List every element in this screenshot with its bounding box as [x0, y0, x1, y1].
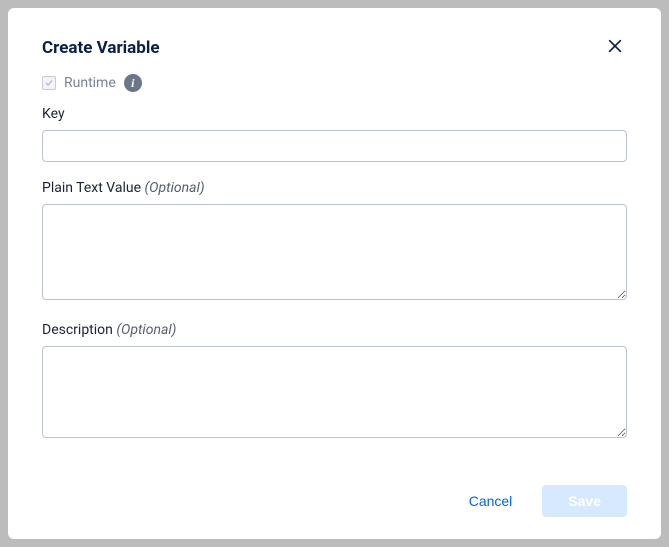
description-input[interactable] — [42, 346, 627, 438]
close-icon — [605, 36, 625, 56]
description-field-group: Description (Optional) — [42, 322, 627, 442]
close-button[interactable] — [603, 34, 627, 58]
runtime-row: Runtime i — [42, 74, 627, 92]
modal-footer: Cancel Save — [42, 477, 627, 517]
description-label: Description (Optional) — [42, 322, 627, 338]
cancel-button[interactable]: Cancel — [457, 485, 525, 517]
runtime-label: Runtime — [64, 75, 116, 91]
key-field-group: Key — [42, 106, 627, 162]
create-variable-modal: Create Variable Runtime i Key Plain Text… — [8, 8, 661, 539]
runtime-checkbox — [42, 76, 56, 90]
modal-header: Create Variable — [42, 38, 627, 58]
key-label: Key — [42, 106, 627, 122]
plain-text-input[interactable] — [42, 204, 627, 300]
save-button[interactable]: Save — [542, 485, 627, 517]
plain-text-label: Plain Text Value (Optional) — [42, 180, 627, 196]
modal-title: Create Variable — [42, 38, 160, 58]
plain-text-field-group: Plain Text Value (Optional) — [42, 180, 627, 304]
key-input[interactable] — [42, 130, 627, 162]
info-icon[interactable]: i — [124, 74, 142, 92]
checkmark-icon — [44, 78, 54, 88]
